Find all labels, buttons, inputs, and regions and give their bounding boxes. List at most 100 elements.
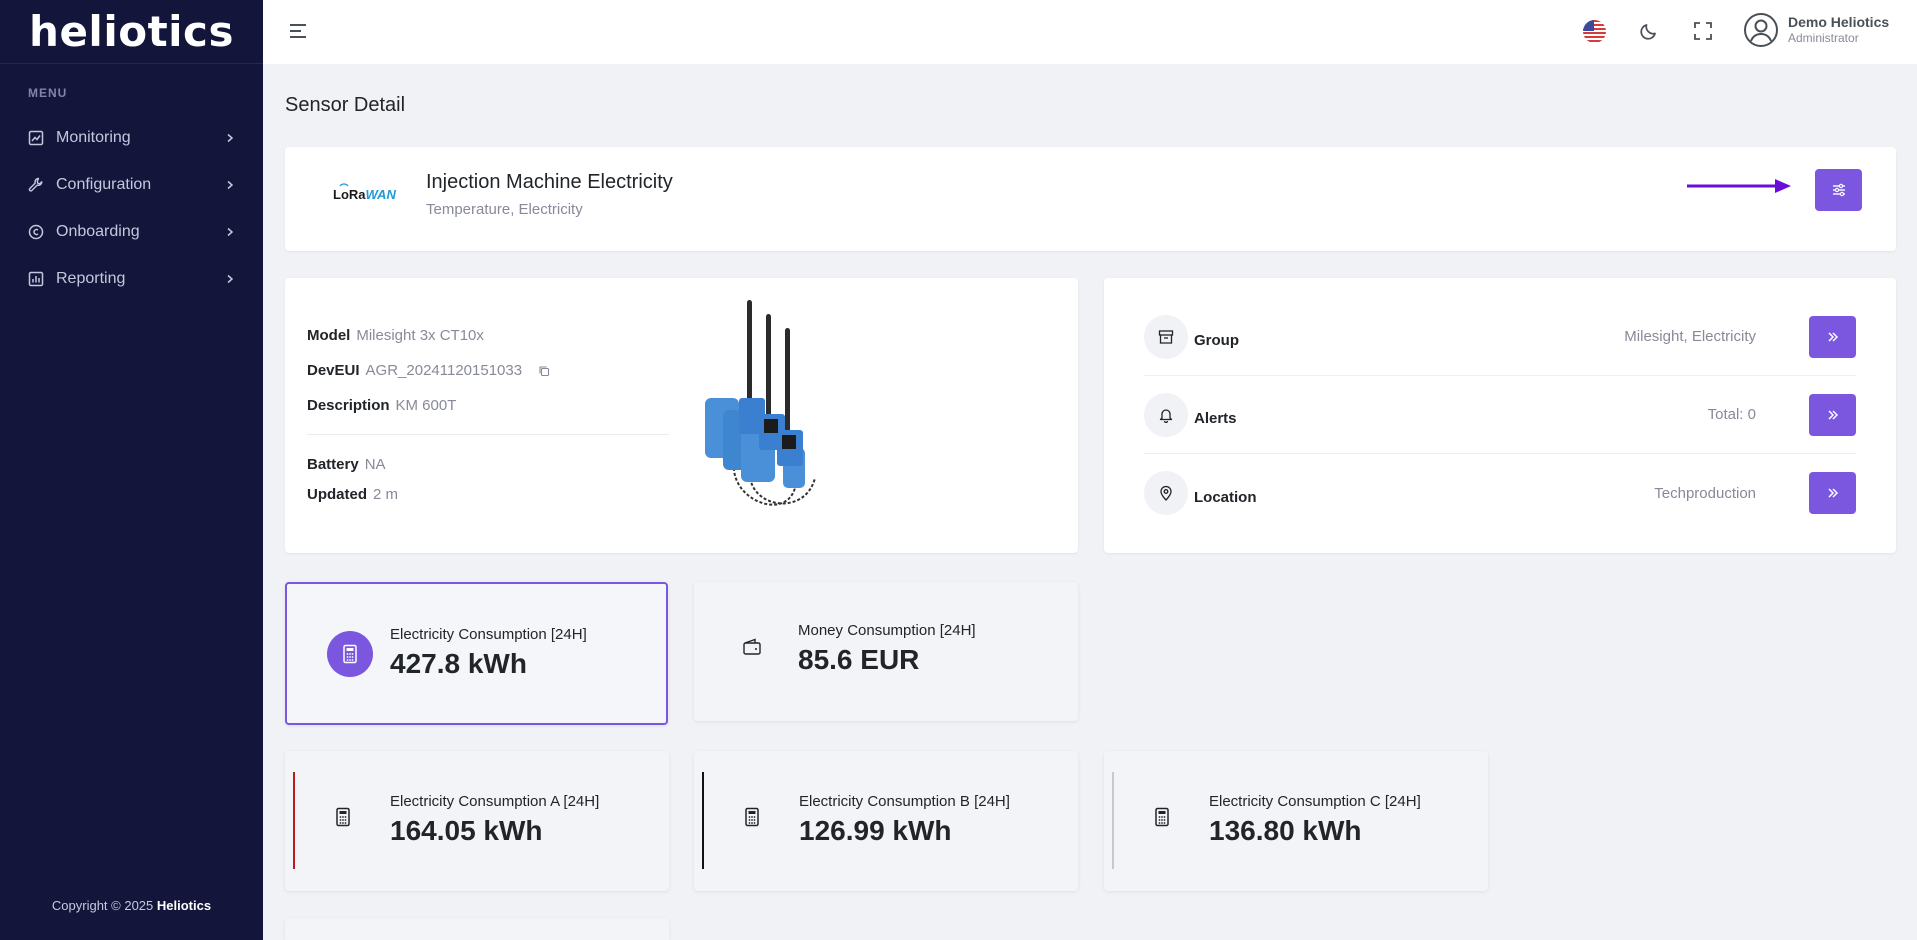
next-stat-card[interactable] bbox=[285, 918, 669, 940]
user-name: Demo Heliotics bbox=[1788, 14, 1890, 30]
info-divider bbox=[307, 434, 669, 435]
phase-b-color-bar bbox=[702, 772, 704, 869]
calculator-icon bbox=[742, 806, 762, 828]
wrench-icon bbox=[28, 177, 44, 193]
stat-label: Electricity Consumption B [24H] bbox=[799, 793, 1010, 810]
calculator-icon bbox=[1152, 806, 1172, 828]
money-consumption-card[interactable]: Money Consumption [24H] 85.6 EUR bbox=[694, 582, 1078, 721]
user-menu[interactable]: Demo Heliotics Administrator bbox=[1743, 12, 1889, 48]
sensor-name: Injection Machine Electricity bbox=[426, 171, 673, 193]
menu-title: MENU bbox=[28, 86, 68, 100]
location-label: Location bbox=[1194, 488, 1257, 506]
bell-icon bbox=[1144, 392, 1188, 437]
updated-value: 2 m bbox=[373, 486, 399, 503]
group-value: Milesight, Electricity bbox=[1624, 328, 1756, 345]
stat-label: Electricity Consumption C [24H] bbox=[1209, 793, 1421, 810]
stat-value: 427.8 kWh bbox=[390, 648, 527, 679]
sidebar-item-label: Reporting bbox=[56, 269, 126, 287]
location-open-button[interactable] bbox=[1809, 472, 1856, 514]
description-value: KM 600T bbox=[395, 397, 457, 414]
alerts-open-button[interactable] bbox=[1809, 393, 1856, 436]
copyright-circle-icon bbox=[28, 224, 44, 240]
lorawan-logo: LoRaWAN bbox=[333, 187, 396, 202]
sensor-settings-button[interactable] bbox=[1815, 169, 1862, 211]
logo-area[interactable]: heliotics bbox=[0, 0, 263, 64]
deveui-label: DevEUI bbox=[307, 362, 360, 379]
sidebar-item-onboarding[interactable]: Onboarding bbox=[0, 208, 263, 255]
group-row: Group Milesight, Electricity bbox=[1144, 298, 1856, 376]
chevron-right-icon bbox=[227, 180, 234, 189]
us-flag-icon[interactable] bbox=[1583, 20, 1606, 43]
updated-row: Updated 2 m bbox=[307, 486, 398, 503]
annotation-arrow-icon bbox=[1687, 179, 1791, 193]
deveui-row: DevEUI AGR_20241120151033 bbox=[307, 362, 550, 379]
lorawan-logo-b: WAN bbox=[365, 187, 396, 202]
location-row: Location Techproduction bbox=[1144, 454, 1856, 532]
moon-icon[interactable] bbox=[1638, 20, 1660, 42]
sidebar-item-reporting[interactable]: Reporting bbox=[0, 255, 263, 302]
description-row: Description KM 600T bbox=[307, 397, 456, 414]
sensor-types: Temperature, Electricity bbox=[426, 201, 583, 218]
user-role: Administrator bbox=[1788, 31, 1859, 45]
sidebar-item-label: Onboarding bbox=[56, 222, 140, 240]
battery-label: Battery bbox=[307, 456, 359, 473]
stat-label: Electricity Consumption [24H] bbox=[390, 626, 587, 643]
chevrons-right-icon bbox=[1827, 488, 1838, 498]
alerts-value: Total: 0 bbox=[1707, 406, 1756, 423]
chevron-right-icon bbox=[227, 227, 234, 236]
lorawan-logo-a: LoRa bbox=[333, 187, 366, 202]
alerts-label: Alerts bbox=[1194, 410, 1237, 427]
deveui-value: AGR_20241120151033 bbox=[365, 362, 523, 379]
logo[interactable]: heliotics bbox=[29, 7, 234, 56]
calculator-icon bbox=[327, 631, 373, 677]
sensor-relations-card: Group Milesight, Electricity Alerts Tota… bbox=[1104, 278, 1896, 553]
model-value: Milesight 3x CT10x bbox=[356, 327, 484, 344]
stat-value: 85.6 EUR bbox=[798, 644, 920, 675]
page-title: Sensor Detail bbox=[285, 94, 406, 116]
copyright: Copyright © 2025 Heliotics bbox=[0, 898, 263, 913]
sidebar-item-label: Configuration bbox=[56, 175, 152, 193]
alerts-row: Alerts Total: 0 bbox=[1144, 376, 1856, 454]
group-label: Group bbox=[1194, 332, 1239, 349]
hamburger-menu-icon[interactable] bbox=[287, 20, 309, 42]
sensor-header-card: LoRaWAN Injection Machine Electricity Te… bbox=[285, 147, 1896, 251]
electricity-consumption-a-card[interactable]: Electricity Consumption A [24H] 164.05 k… bbox=[285, 751, 669, 891]
stat-value: 136.80 kWh bbox=[1209, 815, 1362, 846]
sliders-icon bbox=[1832, 183, 1845, 197]
battery-value: NA bbox=[364, 456, 386, 473]
topbar: Demo Heliotics Administrator bbox=[263, 0, 1917, 64]
copy-icon[interactable] bbox=[538, 365, 550, 377]
location-value: Techproduction bbox=[1654, 484, 1756, 502]
electricity-consumption-card[interactable]: Electricity Consumption [24H] 427.8 kWh bbox=[285, 582, 668, 725]
chevron-right-icon bbox=[227, 274, 234, 283]
device-image bbox=[705, 300, 816, 506]
chevrons-right-icon bbox=[1827, 409, 1838, 420]
model-label: Model bbox=[307, 327, 351, 344]
user-info: Demo Heliotics Administrator bbox=[1788, 14, 1889, 46]
battery-row: Battery NA bbox=[307, 456, 386, 473]
sidebar-item-label: Monitoring bbox=[56, 128, 131, 146]
map-pin-icon bbox=[1144, 471, 1188, 515]
sidebar-item-configuration[interactable]: Configuration bbox=[0, 161, 263, 208]
fullscreen-icon[interactable] bbox=[1693, 21, 1713, 41]
sidebar-item-monitoring[interactable]: Monitoring bbox=[0, 114, 263, 161]
user-avatar-icon bbox=[1744, 13, 1778, 47]
updated-label: Updated bbox=[307, 486, 367, 503]
electricity-consumption-b-card[interactable]: Electricity Consumption B [24H] 126.99 k… bbox=[694, 751, 1078, 891]
sensor-info-card: Model Milesight 3x CT10x DevEUI AGR_202411… bbox=[285, 278, 1078, 553]
stat-label: Electricity Consumption A [24H] bbox=[390, 793, 600, 810]
phase-c-color-bar bbox=[1112, 772, 1114, 869]
sidebar-nav: Monitoring Configuration Onboarding Repo… bbox=[0, 114, 263, 302]
stat-label: Money Consumption [24H] bbox=[798, 622, 976, 639]
stat-value: 164.05 kWh bbox=[390, 815, 543, 846]
electricity-consumption-c-card[interactable]: Electricity Consumption C [24H] 136.80 k… bbox=[1104, 751, 1488, 891]
model-row: Model Milesight 3x CT10x bbox=[307, 327, 484, 344]
chevron-right-icon bbox=[227, 133, 234, 142]
group-open-button[interactable] bbox=[1809, 315, 1856, 358]
wallet-icon bbox=[734, 629, 770, 665]
archive-icon bbox=[1144, 314, 1188, 359]
bar-chart-icon bbox=[28, 271, 44, 287]
copyright-prefix: Copyright © 2025 bbox=[51, 898, 157, 913]
chart-icon bbox=[28, 130, 44, 146]
copyright-brand: Heliotics bbox=[156, 898, 212, 913]
